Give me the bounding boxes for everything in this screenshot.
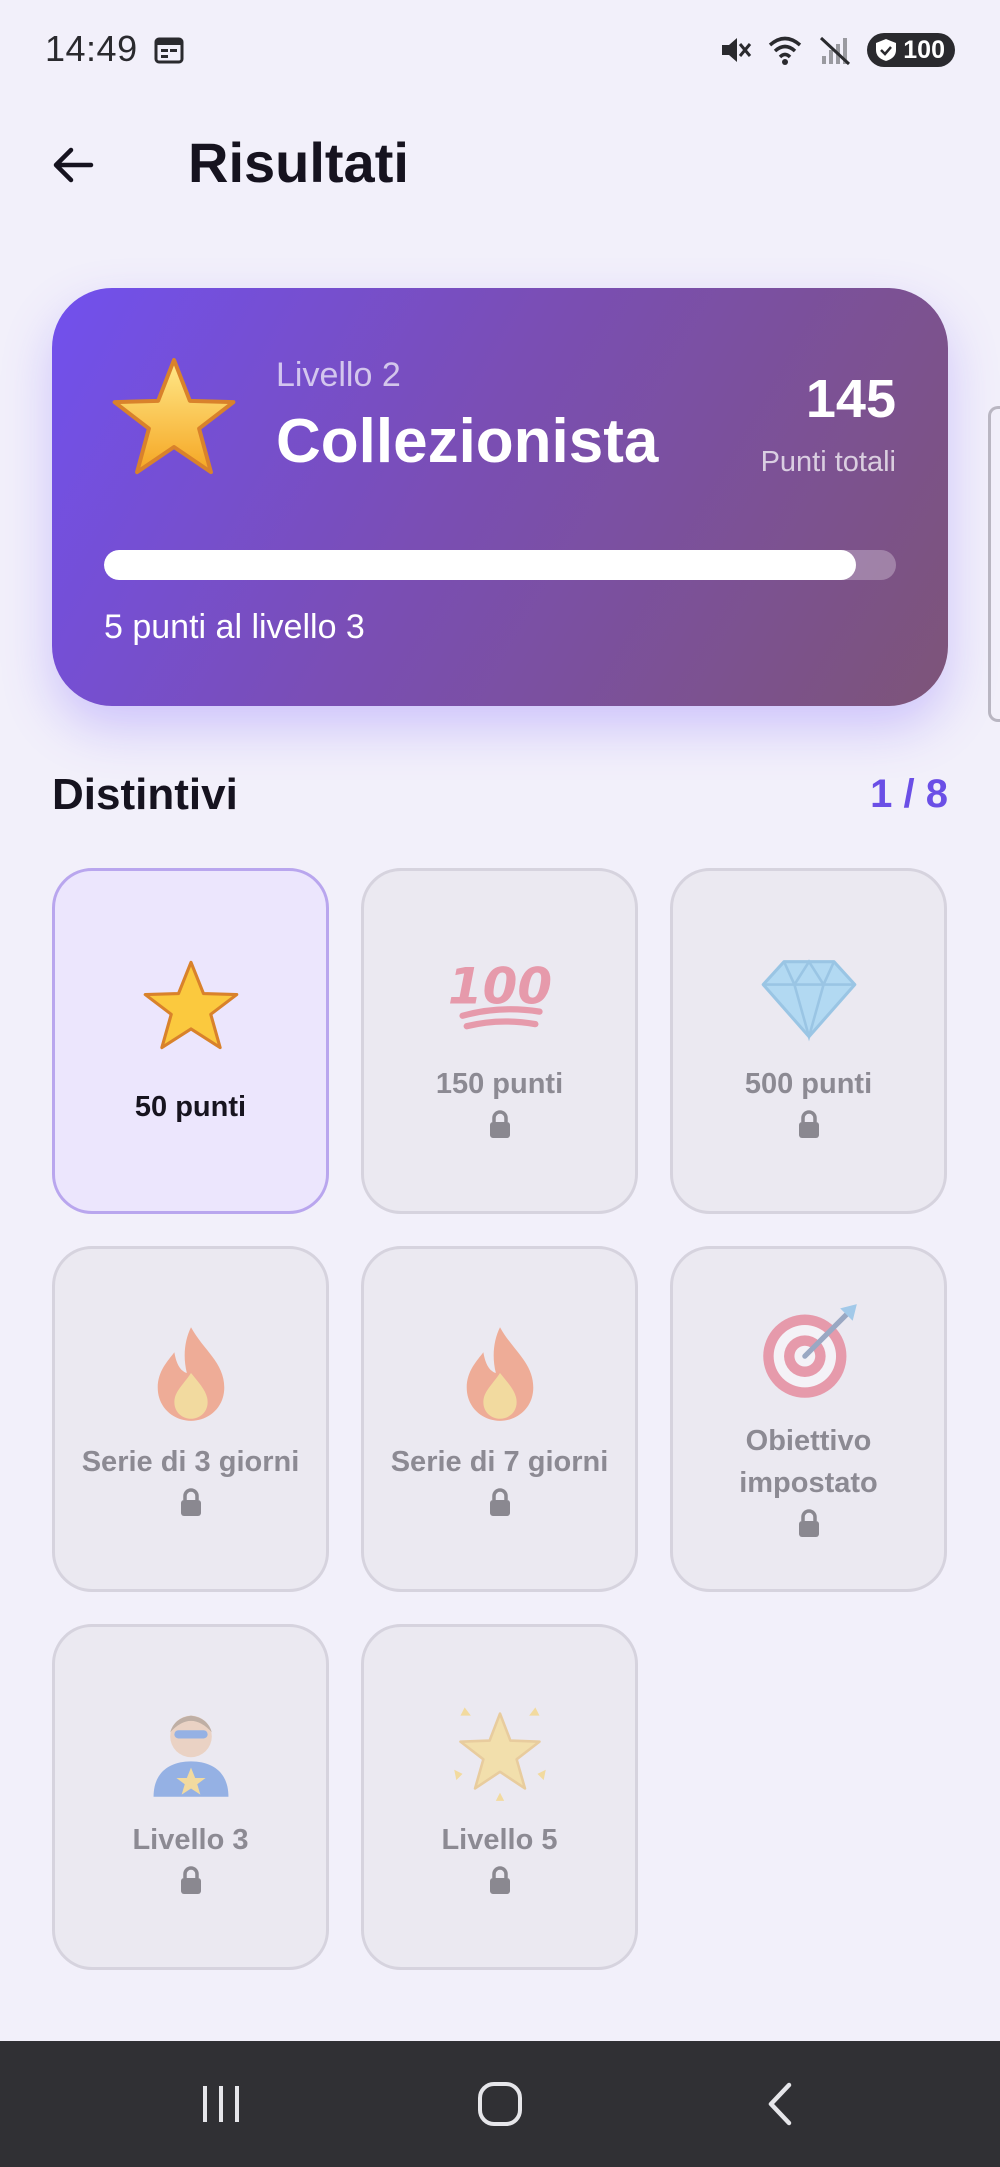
badge-label: Obiettivo impostato <box>739 1425 878 1499</box>
system-nav-bar <box>0 2041 1000 2167</box>
lock-icon <box>798 1509 819 1537</box>
fire-icon <box>466 1327 533 1421</box>
badge-label: Livello 5 <box>441 1824 558 1856</box>
home-button[interactable] <box>440 2063 560 2145</box>
badges-count: 1 / 8 <box>870 772 948 816</box>
shield-icon <box>876 39 897 61</box>
battery-indicator: 100 <box>867 33 955 67</box>
badges-title: Distintivi <box>52 770 238 819</box>
status-bar: 14:49 100 <box>0 0 1000 100</box>
home-icon <box>478 2082 522 2126</box>
wifi-icon <box>769 36 802 65</box>
app-header: Risultati <box>0 110 1000 220</box>
star-icon <box>112 357 236 475</box>
edge-panel-handle[interactable] <box>988 406 1000 722</box>
page-title: Risultati <box>188 131 409 194</box>
target-icon <box>762 1304 857 1398</box>
lock-icon <box>180 1488 201 1516</box>
recent-apps-icon <box>203 2086 239 2122</box>
level-label: Livello 2 <box>276 356 401 394</box>
badge-card[interactable]: Serie di 3 giorni <box>52 1246 329 1592</box>
badge-label: 150 punti <box>435 1068 564 1100</box>
lock-icon <box>489 1866 510 1894</box>
badge-grid: 50 punti 100 150 punti 500 punti Serie d… <box>52 868 948 1970</box>
mute-icon <box>722 38 752 62</box>
badge-label: 500 punti <box>744 1068 873 1100</box>
badge-card[interactable]: Livello 5 <box>361 1624 638 1970</box>
status-icons: 100 <box>717 30 955 70</box>
level-card: Livello 2 Collezionista 145 Punti totali… <box>52 288 948 706</box>
recent-apps-button[interactable] <box>161 2063 281 2145</box>
star-icon <box>143 960 238 1050</box>
badge-card[interactable]: 500 punti <box>670 868 947 1214</box>
badge-card[interactable]: Livello 3 <box>52 1624 329 1970</box>
back-button[interactable] <box>42 134 104 196</box>
badge-card[interactable]: 100 150 punti <box>361 868 638 1214</box>
fire-icon <box>157 1327 224 1421</box>
status-time: 14:49 <box>45 28 138 69</box>
chevron-left-icon <box>768 2082 792 2126</box>
battery-level: 100 <box>903 35 945 64</box>
arrow-left-icon <box>53 147 94 183</box>
lock-icon <box>798 1110 819 1138</box>
hundred-points-icon: 100 <box>448 957 552 1030</box>
calendar-icon <box>154 37 184 64</box>
gem-icon <box>761 959 856 1042</box>
total-points-label: Punti totali <box>760 446 896 478</box>
superhero-icon <box>153 1715 228 1797</box>
level-progress-bar <box>104 550 896 580</box>
lock-icon <box>180 1866 201 1894</box>
total-points: 145 <box>805 369 896 429</box>
lock-icon <box>489 1110 510 1138</box>
lock-icon <box>489 1488 510 1516</box>
badge-label: Serie di 7 giorni <box>390 1446 609 1478</box>
system-back-button[interactable] <box>721 2063 841 2145</box>
screen: 14:49 100 Risultati Livello 2 Collezioni… <box>0 0 1000 2167</box>
badge-label: Livello 3 <box>132 1824 249 1856</box>
glowing-star-icon <box>453 1707 546 1801</box>
level-progress-fill <box>104 550 857 580</box>
badge-card[interactable]: 50 punti <box>52 868 329 1214</box>
badge-card[interactable]: Serie di 7 giorni <box>361 1246 638 1592</box>
progress-text: 5 punti al livello 3 <box>104 608 365 646</box>
badge-label: Serie di 3 giorni <box>81 1446 300 1478</box>
level-name: Collezionista <box>276 407 659 476</box>
badge-card[interactable]: Obiettivo impostato <box>670 1246 947 1592</box>
no-signal-icon <box>820 36 851 66</box>
badge-label: 50 punti <box>134 1091 247 1123</box>
